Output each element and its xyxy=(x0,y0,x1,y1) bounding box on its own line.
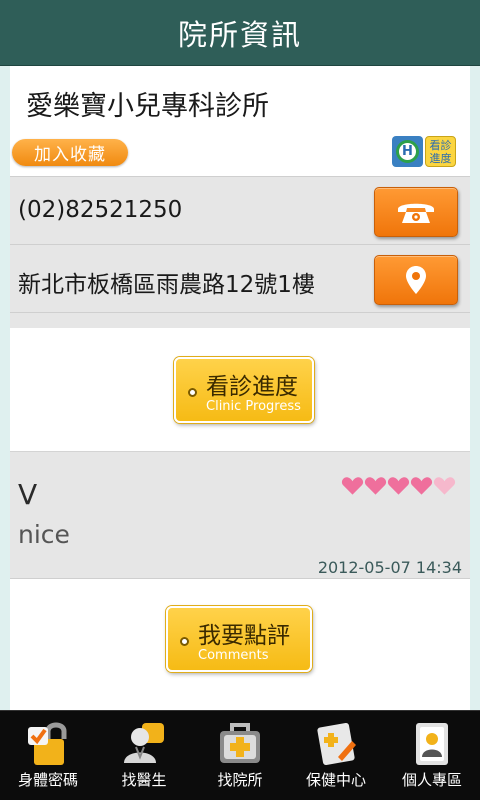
nav-label: 找院所 xyxy=(217,771,263,789)
app-header: 院所資訊 xyxy=(0,0,480,66)
clinic-name: 愛樂寶小兒專科診所 xyxy=(26,91,269,122)
progress-badge-icon[interactable]: 看診進度 xyxy=(425,136,456,167)
health-note-icon xyxy=(317,722,356,766)
nav-find-clinic[interactable]: 找院所 xyxy=(192,711,288,800)
heart-icon xyxy=(387,477,410,495)
phone-icon xyxy=(398,203,434,223)
nav-label: 身體密碼 xyxy=(17,771,78,789)
medical-kit-icon xyxy=(220,723,260,763)
call-button[interactable] xyxy=(374,187,458,237)
review-item: V nice 2012-05-07 14:34 xyxy=(10,451,470,579)
contact-box: (02)82521250 新北市板橋區雨農路12號1樓 xyxy=(10,176,470,328)
clinic-info-panel: 愛樂寶小兒專科診所 加入收藏 H 看診進度 (02)82521250 新北市板橋… xyxy=(10,66,470,710)
clinic-progress-label: 看診進度 xyxy=(206,374,298,400)
nav-health-center[interactable]: 保健中心 xyxy=(288,711,384,800)
bullet-icon xyxy=(180,637,189,646)
nav-find-doctor[interactable]: 找醫生 xyxy=(96,711,192,800)
lock-icon xyxy=(28,722,67,765)
address-text: 新北市板橋區雨農路12號1樓 xyxy=(18,272,315,298)
nhi-badge-icon: H xyxy=(392,136,423,167)
rating-hearts xyxy=(341,476,456,496)
nav-label: 找醫生 xyxy=(121,771,167,789)
nav-label: 個人專區 xyxy=(401,771,462,789)
map-button[interactable] xyxy=(374,255,458,305)
clinic-badges: H 看診進度 xyxy=(392,136,456,167)
heart-icon xyxy=(364,477,387,495)
nav-label: 保健中心 xyxy=(305,771,366,789)
bullet-icon xyxy=(188,388,197,397)
write-comment-sublabel: Comments xyxy=(198,648,269,663)
address-row: 新北市板橋區雨農路12號1樓 xyxy=(10,245,470,313)
add-favorite-button[interactable]: 加入收藏 xyxy=(12,139,128,166)
review-date: 2012-05-07 14:34 xyxy=(317,558,462,577)
review-text: nice xyxy=(18,520,70,549)
nav-body-code[interactable]: 身體密碼 xyxy=(0,711,96,800)
write-comment-label: 我要點評 xyxy=(198,623,290,649)
phone-number: (02)82521250 xyxy=(18,197,183,223)
write-comment-button[interactable]: 我要點評 Comments xyxy=(166,606,312,672)
page-title: 院所資訊 xyxy=(177,17,302,52)
doctor-icon xyxy=(124,723,164,763)
heart-icon xyxy=(410,477,433,495)
nav-personal[interactable]: 個人專區 xyxy=(384,711,480,800)
clinic-progress-button[interactable]: 看診進度 Clinic Progress xyxy=(174,357,314,423)
heart-icon xyxy=(341,477,364,495)
reviewer-name: V xyxy=(18,478,38,511)
half-heart-icon xyxy=(433,477,456,495)
map-pin-icon xyxy=(406,266,426,294)
profile-icon xyxy=(416,723,448,765)
clinic-progress-sublabel: Clinic Progress xyxy=(206,399,301,414)
bottom-nav: 身體密碼 找醫生 找院所 保健中心 個人專區 xyxy=(0,710,480,800)
phone-row: (02)82521250 xyxy=(10,177,470,245)
